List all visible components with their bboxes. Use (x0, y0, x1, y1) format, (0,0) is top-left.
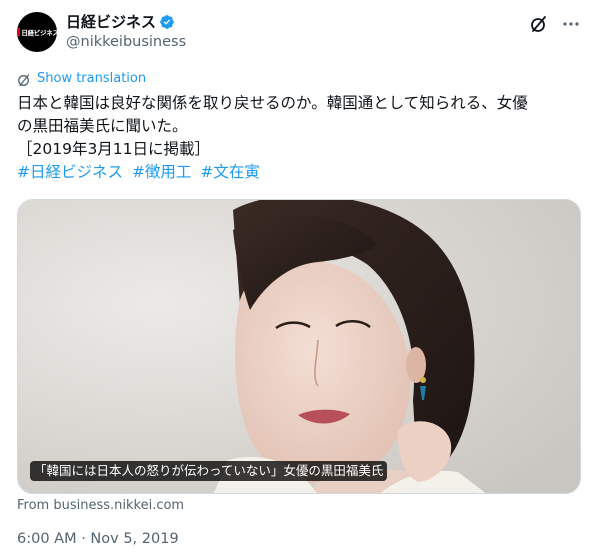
hashtag-link[interactable]: #文在寅 (200, 163, 260, 181)
avatar-logo-mark (17, 28, 21, 36)
tweet-text-line: ［2019年3月11日に掲載］ (17, 140, 211, 158)
header-actions (529, 14, 581, 34)
tweet-card: 日経ビジネス 日経ビジネス @nikkeibusiness Show trans… (0, 0, 598, 559)
avatar[interactable]: 日経ビジネス (17, 12, 57, 52)
account-names: 日経ビジネス @nikkeibusiness (66, 12, 186, 52)
media-caption: 「韓国には日本人の怒りが伝わっていない」女優の黒田福美氏 (30, 461, 388, 481)
article-photo (18, 200, 580, 493)
hashtag-row: #日経ビジネス #徴用工 #文在寅 (17, 161, 583, 184)
account-handle[interactable]: @nikkeibusiness (66, 33, 186, 52)
tweet-text-line: 日本と韓国は良好な関係を取り戻せるのか。韓国通として知られる、女優 (17, 94, 528, 112)
grok-slash-circle-icon[interactable] (529, 14, 549, 34)
hashtag-link[interactable]: #日経ビジネス (17, 163, 123, 181)
avatar-logo: 日経ビジネス (17, 27, 57, 37)
display-name[interactable]: 日経ビジネス (66, 12, 156, 32)
more-dots-icon[interactable] (561, 14, 581, 34)
link-card-media[interactable]: 「韓国には日本人の怒りが伝わっていない」女優の黒田福美氏 (17, 199, 581, 494)
tweet-text-line: の黒田福美氏に聞いた。 (17, 117, 188, 135)
translate-globe-icon (17, 72, 31, 86)
link-source[interactable]: From business.nikkei.com (17, 498, 184, 513)
translate-row: Show translation (17, 70, 146, 87)
display-name-row: 日経ビジネス (66, 12, 186, 32)
show-translation-link[interactable]: Show translation (37, 71, 146, 86)
tweet-header: 日経ビジネス 日経ビジネス @nikkeibusiness (17, 12, 581, 52)
verified-badge-icon[interactable] (159, 14, 175, 30)
tweet-timestamp[interactable]: 6:00 AM · Nov 5, 2019 (17, 531, 179, 547)
hashtag-link[interactable]: #徴用工 (132, 163, 192, 181)
tweet-text: 日本と韓国は良好な関係を取り戻せるのか。韓国通として知られる、女優 の黒田福美氏… (17, 92, 583, 184)
avatar-logo-text: 日経ビジネス (21, 29, 57, 37)
portrait-illustration (18, 200, 580, 493)
